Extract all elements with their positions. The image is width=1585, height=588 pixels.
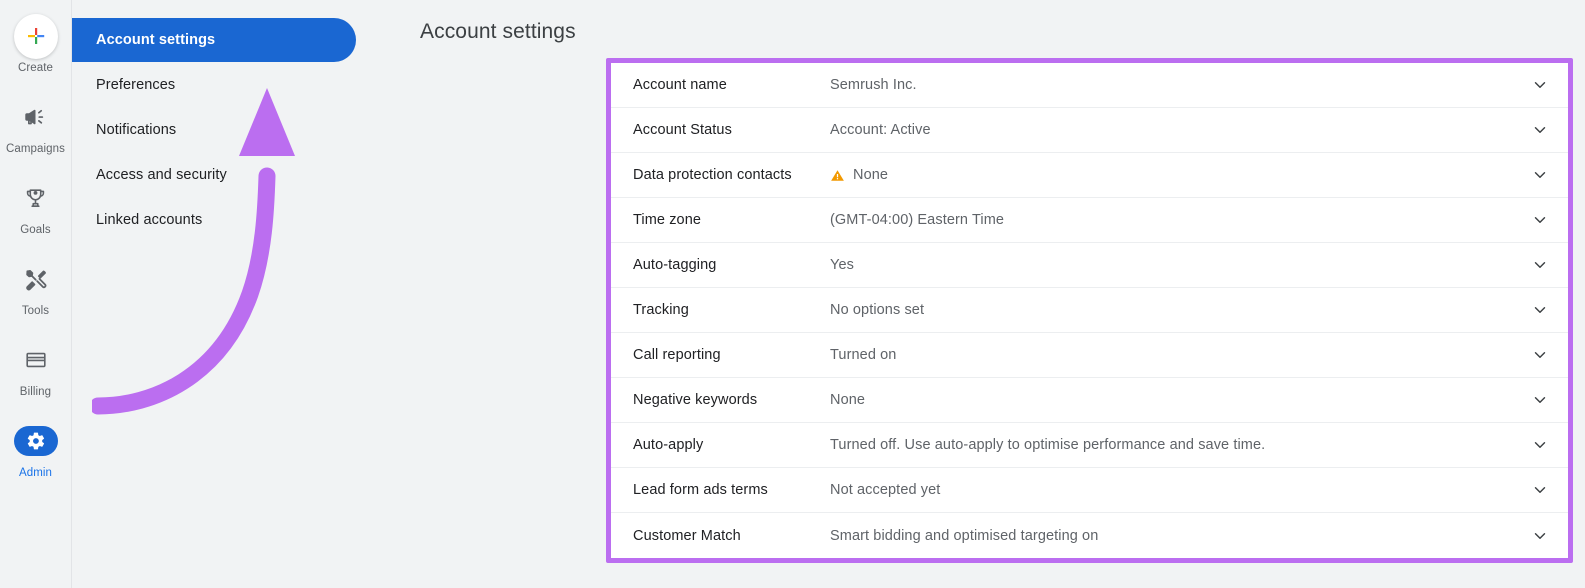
setting-row-time-zone[interactable]: Time zone (GMT-04:00) Eastern Time [611, 198, 1568, 243]
setting-value-wrap: (GMT-04:00) Eastern Time [830, 212, 1528, 228]
rail-item-goals[interactable]: Goals [0, 176, 72, 237]
settings-list: Account name Semrush Inc. Account Status… [611, 63, 1568, 558]
setting-label: Lead form ads terms [633, 482, 830, 498]
chevron-down-icon[interactable] [1528, 436, 1552, 454]
setting-label: Account name [633, 77, 830, 93]
chevron-down-icon[interactable] [1528, 121, 1552, 139]
setting-value: No options set [830, 302, 924, 318]
setting-row-auto-tagging[interactable]: Auto-tagging Yes [611, 243, 1568, 288]
create-icon-wrap [14, 14, 58, 58]
plus-icon [14, 14, 58, 59]
chevron-down-icon[interactable] [1528, 166, 1552, 184]
sidebar-item-access-and-security[interactable]: Access and security [72, 153, 356, 197]
rail-item-campaigns[interactable]: Campaigns [0, 95, 72, 156]
rail-label-admin: Admin [19, 467, 52, 480]
setting-value-wrap: No options set [830, 302, 1528, 318]
setting-value-wrap: Account: Active [830, 122, 1528, 138]
setting-label: Negative keywords [633, 392, 830, 408]
chevron-down-icon[interactable] [1528, 256, 1552, 274]
setting-label: Call reporting [633, 347, 830, 363]
rail-label-tools: Tools [22, 305, 49, 318]
chevron-down-icon[interactable] [1528, 527, 1552, 545]
setting-row-call-reporting[interactable]: Call reporting Turned on [611, 333, 1568, 378]
chevron-down-icon[interactable] [1528, 211, 1552, 229]
setting-row-account-status[interactable]: Account Status Account: Active [611, 108, 1568, 153]
warning-triangle-icon [830, 168, 845, 183]
setting-row-data-protection-contacts[interactable]: Data protection contacts None [611, 153, 1568, 198]
setting-value: Turned on [830, 347, 896, 363]
admin-icon-wrap [14, 419, 58, 463]
trophy-icon [14, 176, 58, 220]
setting-value: (GMT-04:00) Eastern Time [830, 212, 1004, 228]
gear-icon [14, 426, 58, 456]
primary-nav-rail: Create Campaigns [0, 0, 72, 588]
setting-value-wrap: Turned on [830, 347, 1528, 363]
rail-label-create: Create [18, 62, 53, 75]
setting-value-wrap: Not accepted yet [830, 482, 1528, 498]
sidebar-item-label: Notifications [96, 122, 176, 138]
chevron-down-icon[interactable] [1528, 301, 1552, 319]
setting-value: None [830, 392, 865, 408]
rail-label-billing: Billing [20, 386, 51, 399]
tools-icon [14, 257, 58, 301]
sidebar-item-label: Account settings [96, 32, 215, 48]
megaphone-icon [14, 95, 58, 139]
sidebar-item-label: Preferences [96, 77, 175, 93]
rail-label-goals: Goals [20, 224, 51, 237]
chevron-down-icon[interactable] [1528, 391, 1552, 409]
setting-value-wrap: Smart bidding and optimised targeting on [830, 528, 1528, 544]
setting-row-customer-match[interactable]: Customer Match Smart bidding and optimis… [611, 513, 1568, 558]
rail-label-campaigns: Campaigns [6, 143, 65, 156]
rail-item-billing[interactable]: Billing [0, 338, 72, 399]
rail-item-create[interactable]: Create [0, 14, 72, 75]
account-settings-page: Create Campaigns [0, 0, 1585, 588]
setting-row-account-name[interactable]: Account name Semrush Inc. [611, 63, 1568, 108]
account-settings-panel-highlight: Account name Semrush Inc. Account Status… [606, 58, 1573, 563]
chevron-down-icon[interactable] [1528, 481, 1552, 499]
setting-value-wrap: Yes [830, 257, 1528, 273]
secondary-nav: Account settings Preferences Notificatio… [72, 0, 372, 588]
setting-value: Smart bidding and optimised targeting on [830, 528, 1098, 544]
main-content: Account settings Account name Semrush In… [372, 0, 1585, 588]
setting-label: Auto-apply [633, 437, 830, 453]
setting-value: Account: Active [830, 122, 931, 138]
rail-item-tools[interactable]: Tools [0, 257, 72, 318]
setting-value-wrap: Turned off. Use auto-apply to optimise p… [830, 437, 1528, 453]
sidebar-item-account-settings[interactable]: Account settings [72, 18, 356, 62]
sidebar-item-notifications[interactable]: Notifications [72, 108, 356, 152]
setting-row-tracking[interactable]: Tracking No options set [611, 288, 1568, 333]
setting-value: Turned off. Use auto-apply to optimise p… [830, 437, 1265, 453]
sidebar-item-label: Linked accounts [96, 212, 202, 228]
sidebar-item-preferences[interactable]: Preferences [72, 63, 356, 107]
setting-row-lead-form-ads-terms[interactable]: Lead form ads terms Not accepted yet [611, 468, 1568, 513]
setting-value-wrap: None [830, 392, 1528, 408]
setting-value: Semrush Inc. [830, 77, 917, 93]
rail-item-admin[interactable]: Admin [0, 419, 72, 480]
setting-label: Data protection contacts [633, 167, 830, 183]
chevron-down-icon[interactable] [1528, 346, 1552, 364]
setting-label: Tracking [633, 302, 830, 318]
chevron-down-icon[interactable] [1528, 76, 1552, 94]
setting-value-wrap: None [830, 167, 1528, 183]
page-title: Account settings [420, 20, 1585, 44]
setting-value: None [853, 167, 888, 183]
setting-value: Not accepted yet [830, 482, 940, 498]
sidebar-item-linked-accounts[interactable]: Linked accounts [72, 198, 356, 242]
setting-label: Account Status [633, 122, 830, 138]
setting-row-auto-apply[interactable]: Auto-apply Turned off. Use auto-apply to… [611, 423, 1568, 468]
setting-value-wrap: Semrush Inc. [830, 77, 1528, 93]
setting-row-negative-keywords[interactable]: Negative keywords None [611, 378, 1568, 423]
credit-card-icon [14, 338, 58, 382]
setting-label: Customer Match [633, 528, 830, 544]
setting-label: Time zone [633, 212, 830, 228]
sidebar-item-label: Access and security [96, 167, 227, 183]
setting-value: Yes [830, 257, 854, 273]
setting-label: Auto-tagging [633, 257, 830, 273]
